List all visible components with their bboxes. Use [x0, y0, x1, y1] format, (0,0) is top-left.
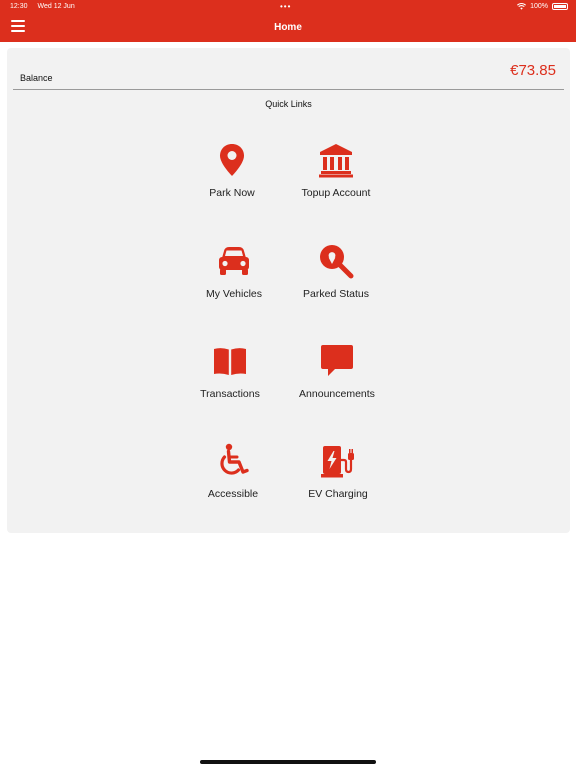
quick-links-title: Quick Links — [265, 99, 312, 109]
transactions-label: Transactions — [200, 388, 260, 400]
transactions-button[interactable]: Transactions — [175, 343, 285, 423]
battery-percent: 100% — [530, 3, 548, 10]
accessible-label: Accessible — [207, 488, 259, 500]
car-icon — [219, 247, 249, 275]
status-time: 12:30 — [10, 3, 28, 10]
park-now-label: Park Now — [209, 187, 255, 199]
my-vehicles-label: My Vehicles — [205, 288, 263, 300]
speech-bubble-icon — [321, 345, 353, 376]
my-vehicles-button[interactable]: My Vehicles — [179, 243, 289, 323]
multitasking-dots-icon[interactable]: ••• — [280, 2, 291, 11]
home-indicator[interactable] — [200, 760, 376, 764]
bank-icon — [319, 144, 353, 178]
topup-account-button[interactable]: Topup Account — [281, 142, 391, 222]
ev-charging-label: EV Charging — [308, 488, 368, 500]
accessible-button[interactable]: Accessible — [178, 443, 288, 523]
home-card: €73.85 Balance Quick Links Park Now Topu… — [7, 48, 570, 533]
parked-status-button[interactable]: Parked Status — [281, 243, 391, 323]
map-pin-icon — [220, 144, 244, 176]
wifi-icon — [517, 3, 527, 10]
announcements-button[interactable]: Announcements — [282, 343, 392, 423]
balance-amount: €73.85 — [510, 62, 556, 79]
ev-charger-icon — [321, 446, 354, 478]
ev-charging-button[interactable]: EV Charging — [283, 443, 393, 523]
app-header: 12:30 Wed 12 Jun ••• 100% Home — [0, 0, 576, 42]
book-icon — [214, 348, 246, 375]
balance-label: Balance — [20, 73, 53, 83]
search-icon — [320, 245, 354, 279]
battery-icon — [552, 3, 568, 10]
topup-account-label: Topup Account — [301, 187, 371, 199]
wheelchair-icon — [220, 443, 249, 475]
status-bar-right: 100% — [517, 3, 568, 10]
announcements-label: Announcements — [299, 388, 375, 400]
status-bar-left: 12:30 Wed 12 Jun — [10, 3, 83, 10]
page-title: Home — [274, 22, 302, 33]
park-now-button[interactable]: Park Now — [177, 142, 287, 222]
divider — [13, 89, 564, 90]
parked-status-label: Parked Status — [303, 288, 369, 300]
status-date: Wed 12 Jun — [37, 3, 75, 10]
